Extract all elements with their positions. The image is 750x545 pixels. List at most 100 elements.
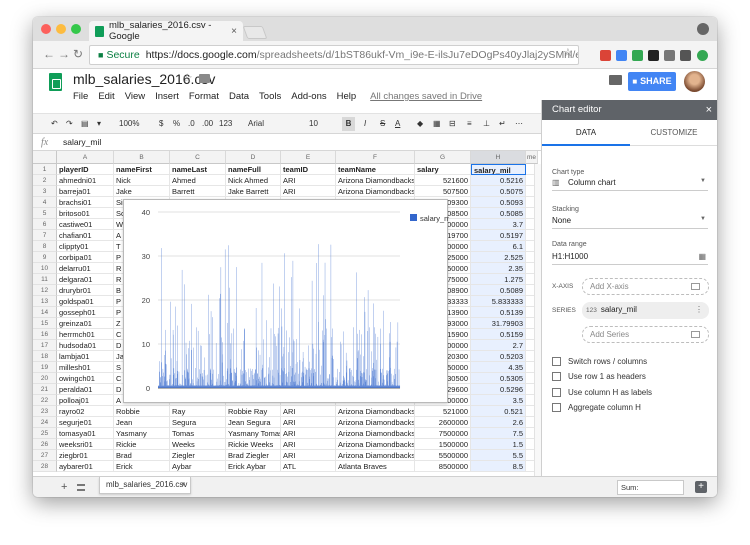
grid-select-icon[interactable] bbox=[691, 331, 700, 338]
table-cell[interactable]: Segura bbox=[170, 417, 226, 428]
table-cell[interactable]: ARI bbox=[281, 417, 336, 428]
stacking-select[interactable]: None ▼ bbox=[552, 216, 708, 229]
menu-file[interactable]: File bbox=[73, 91, 88, 102]
minimize-window-icon[interactable] bbox=[56, 24, 66, 34]
table-cell[interactable]: Jake bbox=[114, 186, 170, 197]
chevron-down-icon[interactable]: ▾ bbox=[181, 477, 185, 493]
add-series-input[interactable]: Add Series bbox=[582, 326, 709, 343]
table-cell[interactable]: gosseph01 bbox=[57, 307, 114, 318]
table-cell[interactable]: 0.5139 bbox=[471, 307, 526, 318]
undo-icon[interactable]: ↶ bbox=[51, 119, 58, 128]
row-header[interactable]: 18 bbox=[33, 351, 57, 362]
redo-icon[interactable]: ↷ bbox=[66, 119, 73, 128]
table-cell[interactable]: Ahmed bbox=[170, 175, 226, 186]
table-cell[interactable]: Arizona Diamondbacks bbox=[336, 450, 415, 461]
row-header[interactable]: 21 bbox=[33, 384, 57, 395]
table-cell[interactable]: aybarer01 bbox=[57, 461, 114, 472]
table-cell[interactable]: 0.5197 bbox=[471, 230, 526, 241]
table-cell[interactable]: Weeks bbox=[170, 439, 226, 450]
row-header[interactable]: 1 bbox=[33, 164, 57, 175]
align-icon[interactable]: ≡ bbox=[467, 119, 472, 128]
table-cell[interactable]: Arizona Diamondbacks bbox=[336, 417, 415, 428]
table-cell[interactable]: Nick bbox=[114, 175, 170, 186]
row-header[interactable]: 23 bbox=[33, 406, 57, 417]
extension-icon[interactable] bbox=[616, 50, 627, 61]
table-cell[interactable]: Aybar bbox=[170, 461, 226, 472]
sheet-tab[interactable]: mlb_salaries_2016.csv ▾ bbox=[99, 477, 191, 494]
formula-input[interactable]: salary_mil bbox=[63, 137, 101, 147]
select-all-corner[interactable] bbox=[33, 151, 57, 164]
table-cell[interactable]: herrmch01 bbox=[57, 329, 114, 340]
row-header[interactable]: 6 bbox=[33, 219, 57, 230]
tab-data[interactable]: DATA bbox=[542, 120, 630, 146]
table-cell[interactable]: barreja01 bbox=[57, 186, 114, 197]
table-cell[interactable]: lambja01 bbox=[57, 351, 114, 362]
row-header[interactable]: 7 bbox=[33, 230, 57, 241]
column-header[interactable]: H bbox=[471, 151, 526, 164]
table-cell[interactable]: 507500 bbox=[415, 186, 471, 197]
new-tab-button[interactable] bbox=[242, 26, 268, 39]
row-header[interactable]: 17 bbox=[33, 340, 57, 351]
extension-icon[interactable] bbox=[664, 50, 675, 61]
zoom-select[interactable]: 100% bbox=[119, 119, 139, 128]
row-header[interactable]: 11 bbox=[33, 274, 57, 285]
row-header[interactable]: 19 bbox=[33, 362, 57, 373]
table-cell[interactable]: clippty01 bbox=[57, 241, 114, 252]
close-window-icon[interactable] bbox=[41, 24, 51, 34]
table-cell[interactable]: Arizona Diamondbacks bbox=[336, 186, 415, 197]
table-cell[interactable]: Robbie Ray bbox=[226, 406, 281, 417]
table-cell[interactable]: 4.35 bbox=[471, 362, 526, 373]
table-cell[interactable]: drurybr01 bbox=[57, 285, 114, 296]
table-cell[interactable]: 3.7 bbox=[471, 219, 526, 230]
bookmark-star-icon[interactable]: ☆ bbox=[563, 47, 573, 59]
row-header[interactable]: 25 bbox=[33, 428, 57, 439]
table-cell[interactable]: rayro02 bbox=[57, 406, 114, 417]
table-cell[interactable]: 8500000 bbox=[415, 461, 471, 472]
table-cell[interactable]: ARI bbox=[281, 186, 336, 197]
header-cell[interactable]: nameFirst bbox=[114, 164, 170, 175]
table-cell[interactable]: 0.521 bbox=[471, 406, 526, 417]
extension-icon[interactable] bbox=[680, 50, 691, 61]
row-header[interactable]: 14 bbox=[33, 307, 57, 318]
more-icon[interactable]: ⋯ bbox=[515, 119, 523, 128]
table-cell[interactable]: Rickie Weeks bbox=[226, 439, 281, 450]
table-cell[interactable]: 1.5 bbox=[471, 439, 526, 450]
table-cell[interactable]: 521000 bbox=[415, 406, 471, 417]
table-cell[interactable]: ARI bbox=[281, 450, 336, 461]
table-cell[interactable]: Barrett bbox=[170, 186, 226, 197]
tab-customize[interactable]: CUSTOMIZE bbox=[630, 120, 717, 146]
chart-type-select[interactable]: ▥ Column chart ▼ bbox=[552, 178, 708, 191]
table-cell[interactable]: 2600000 bbox=[415, 417, 471, 428]
row-header[interactable]: 15 bbox=[33, 318, 57, 329]
table-cell[interactable]: ARI bbox=[281, 439, 336, 450]
header-cell[interactable]: teamID bbox=[281, 164, 336, 175]
checkbox-icon[interactable] bbox=[552, 388, 561, 397]
row-header[interactable]: 16 bbox=[33, 329, 57, 340]
row-header[interactable]: 2 bbox=[33, 175, 57, 186]
table-cell[interactable]: Arizona Diamondbacks bbox=[336, 175, 415, 186]
series-chip[interactable]: 123 salary_mil ⋮ bbox=[582, 302, 709, 319]
percent-button[interactable]: % bbox=[173, 119, 180, 128]
table-cell[interactable]: 2.35 bbox=[471, 263, 526, 274]
table-cell[interactable]: 1.275 bbox=[471, 274, 526, 285]
table-cell[interactable]: Jake Barrett bbox=[226, 186, 281, 197]
table-cell[interactable]: owingch01 bbox=[57, 373, 114, 384]
table-cell[interactable]: 0.5216 bbox=[471, 175, 526, 186]
font-select[interactable]: Arial bbox=[248, 119, 264, 128]
checkbox-icon[interactable] bbox=[552, 372, 561, 381]
table-cell[interactable]: Tomas bbox=[170, 428, 226, 439]
table-cell[interactable]: 0.5089 bbox=[471, 285, 526, 296]
table-cell[interactable]: 521600 bbox=[415, 175, 471, 186]
table-cell[interactable]: 5.5 bbox=[471, 450, 526, 461]
maximize-window-icon[interactable] bbox=[71, 24, 81, 34]
header-cell[interactable]: salary_mil bbox=[471, 164, 526, 175]
table-cell[interactable]: 0.5075 bbox=[471, 186, 526, 197]
column-chart[interactable]: 0 10 20 30 40 salary_mil bbox=[123, 199, 449, 403]
table-cell[interactable]: delgara01 bbox=[57, 274, 114, 285]
row-header[interactable]: 8 bbox=[33, 241, 57, 252]
star-icon[interactable]: ☆ bbox=[182, 71, 193, 85]
menu-edit[interactable]: Edit bbox=[98, 91, 114, 102]
table-cell[interactable]: 0.5159 bbox=[471, 329, 526, 340]
extension-icon[interactable] bbox=[600, 50, 611, 61]
profile-icon[interactable] bbox=[697, 23, 709, 35]
